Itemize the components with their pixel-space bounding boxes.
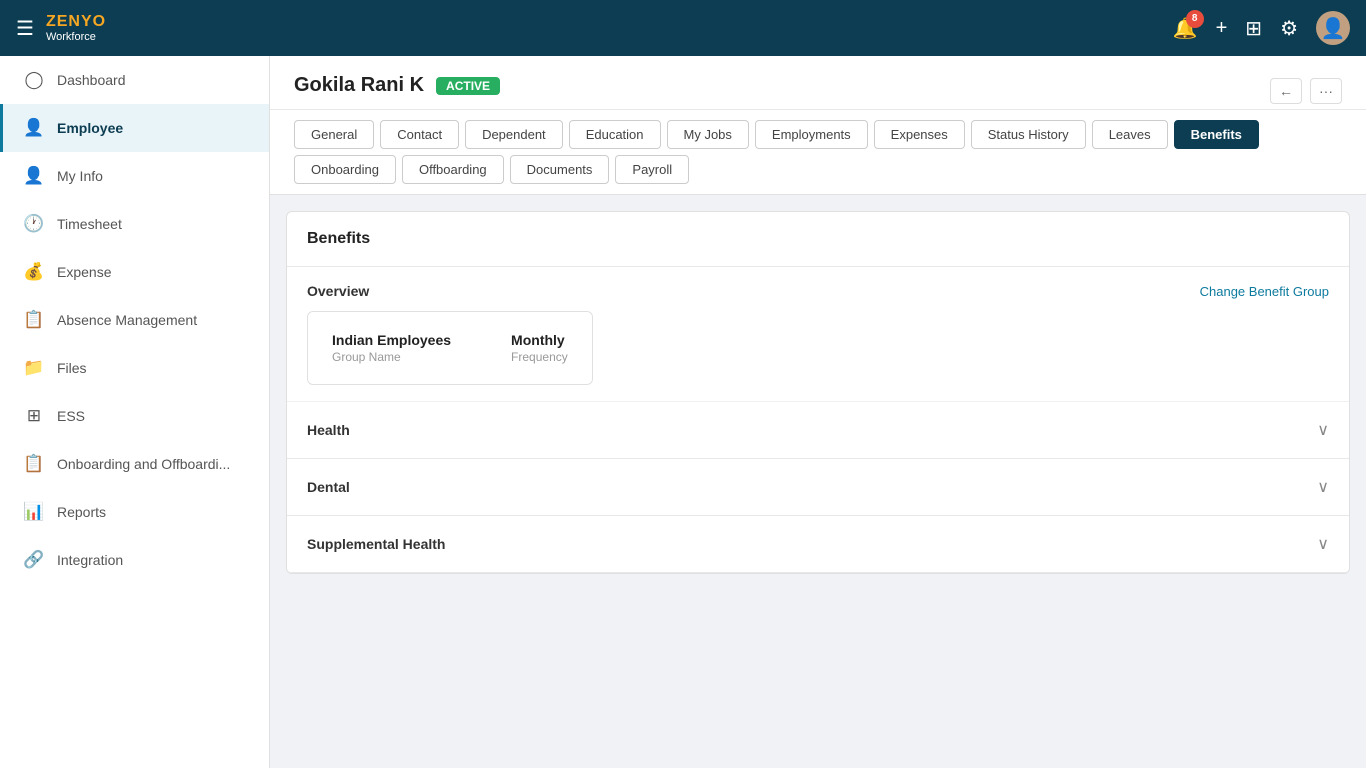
tabs-container: General Contact Dependent Education My J… — [270, 110, 1366, 195]
supplemental-section-header[interactable]: Supplemental Health ∨ — [287, 516, 1349, 572]
sidebar-label-integration: Integration — [57, 552, 123, 568]
tab-employments[interactable]: Employments — [755, 120, 868, 149]
logo: ZENYO Workforce — [46, 13, 106, 43]
sidebar-label-employee: Employee — [57, 120, 123, 136]
user-avatar[interactable]: 👤 — [1316, 11, 1350, 45]
top-navbar: ☰ ZENYO Workforce 🔔 8 + ⊞ ⚙ 👤 — [0, 0, 1366, 56]
tab-leaves[interactable]: Leaves — [1092, 120, 1168, 149]
reports-icon: 📊 — [23, 502, 45, 522]
frequency-label: Frequency — [511, 350, 568, 364]
sidebar: ◯ Dashboard 👤 Employee 👤 My Info 🕐 Times… — [0, 56, 270, 768]
files-icon: 📁 — [23, 358, 45, 378]
status-badge: ACTIVE — [436, 77, 500, 95]
onboarding-icon: 📋 — [23, 454, 45, 474]
health-chevron-icon: ∨ — [1317, 420, 1329, 440]
ess-icon: ⊞ — [23, 406, 45, 426]
add-icon[interactable]: + — [1216, 17, 1228, 40]
dental-section-header[interactable]: Dental ∨ — [287, 459, 1349, 515]
frequency-value: Monthly — [511, 332, 568, 348]
topnav-right: 🔔 8 + ⊞ ⚙ 👤 — [1173, 11, 1350, 45]
sidebar-label-timesheet: Timesheet — [57, 216, 122, 232]
sidebar-item-myinfo[interactable]: 👤 My Info — [0, 152, 269, 200]
sidebar-item-employee[interactable]: 👤 Employee — [0, 104, 269, 152]
tab-education[interactable]: Education — [569, 120, 661, 149]
tab-statushistory[interactable]: Status History — [971, 120, 1086, 149]
hamburger-icon[interactable]: ☰ — [16, 16, 34, 41]
sidebar-item-integration[interactable]: 🔗 Integration — [0, 536, 269, 584]
health-section-header[interactable]: Health ∨ — [287, 402, 1349, 458]
sidebar-item-expense[interactable]: 💰 Expense — [0, 248, 269, 296]
supplemental-chevron-icon: ∨ — [1317, 534, 1329, 554]
frequency-field: Monthly Frequency — [511, 332, 568, 364]
tab-payroll[interactable]: Payroll — [615, 155, 689, 184]
tab-general[interactable]: General — [294, 120, 374, 149]
benefits-section-header: Benefits — [287, 212, 1349, 267]
page-header: Gokila Rani K ACTIVE ← ··· — [270, 56, 1366, 110]
page-title: Gokila Rani K — [294, 74, 424, 97]
logo-zenyo-text: ZENYO — [46, 13, 106, 31]
sidebar-label-dashboard: Dashboard — [57, 72, 126, 88]
timesheet-icon: 🕐 — [23, 214, 45, 234]
sidebar-item-onboarding[interactable]: 📋 Onboarding and Offboardi... — [0, 440, 269, 488]
sidebar-item-absence[interactable]: 📋 Absence Management — [0, 296, 269, 344]
overview-title-row: Overview Change Benefit Group — [307, 283, 1329, 299]
dental-section-title: Dental — [307, 479, 350, 495]
myinfo-icon: 👤 — [23, 166, 45, 186]
page-actions: ← ··· — [1270, 78, 1342, 104]
sidebar-item-files[interactable]: 📁 Files — [0, 344, 269, 392]
overview-label: Overview — [307, 283, 369, 299]
sidebar-label-ess: ESS — [57, 408, 85, 424]
tab-benefits[interactable]: Benefits — [1174, 120, 1259, 149]
benefits-section: Benefits Overview Change Benefit Group I… — [286, 211, 1350, 574]
main-layout: ◯ Dashboard 👤 Employee 👤 My Info 🕐 Times… — [0, 56, 1366, 768]
tab-onboarding[interactable]: Onboarding — [294, 155, 396, 184]
sidebar-label-absence: Absence Management — [57, 312, 197, 328]
dental-chevron-icon: ∨ — [1317, 477, 1329, 497]
supplemental-health-section: Supplemental Health ∨ — [287, 516, 1349, 573]
content-area: Gokila Rani K ACTIVE ← ··· General Conta… — [270, 56, 1366, 768]
tab-documents[interactable]: Documents — [510, 155, 610, 184]
notification-bell[interactable]: 🔔 8 — [1173, 16, 1198, 41]
dental-section: Dental ∨ — [287, 459, 1349, 516]
health-section-title: Health — [307, 422, 350, 438]
tabs-list: General Contact Dependent Education My J… — [294, 110, 1342, 194]
tab-offboarding[interactable]: Offboarding — [402, 155, 504, 184]
grid-icon[interactable]: ⊞ — [1245, 16, 1262, 41]
sidebar-item-reports[interactable]: 📊 Reports — [0, 488, 269, 536]
health-section: Health ∨ — [287, 402, 1349, 459]
sidebar-label-files: Files — [57, 360, 87, 376]
absence-icon: 📋 — [23, 310, 45, 330]
back-button[interactable]: ← — [1270, 78, 1302, 104]
more-options-button[interactable]: ··· — [1310, 78, 1342, 104]
supplemental-section-title: Supplemental Health — [307, 536, 445, 552]
sidebar-item-timesheet[interactable]: 🕐 Timesheet — [0, 200, 269, 248]
sidebar-label-myinfo: My Info — [57, 168, 103, 184]
overview-section: Overview Change Benefit Group Indian Emp… — [287, 267, 1349, 402]
tab-contact[interactable]: Contact — [380, 120, 459, 149]
group-name-value: Indian Employees — [332, 332, 451, 348]
settings-icon[interactable]: ⚙ — [1280, 16, 1298, 41]
notification-count: 8 — [1186, 10, 1204, 28]
tab-dependent[interactable]: Dependent — [465, 120, 563, 149]
tab-expenses[interactable]: Expenses — [874, 120, 965, 149]
group-name-field: Indian Employees Group Name — [332, 332, 451, 364]
expense-icon: 💰 — [23, 262, 45, 282]
logo-workforce-text: Workforce — [46, 31, 106, 43]
employee-icon: 👤 — [23, 118, 45, 138]
page-title-row: Gokila Rani K ACTIVE — [294, 74, 500, 97]
overview-card: Indian Employees Group Name Monthly Freq… — [307, 311, 593, 385]
tab-myjobs[interactable]: My Jobs — [667, 120, 749, 149]
group-name-label: Group Name — [332, 350, 451, 364]
sidebar-label-expense: Expense — [57, 264, 111, 280]
dashboard-icon: ◯ — [23, 70, 45, 90]
sidebar-item-dashboard[interactable]: ◯ Dashboard — [0, 56, 269, 104]
topnav-left: ☰ ZENYO Workforce — [16, 13, 106, 43]
integration-icon: 🔗 — [23, 550, 45, 570]
change-benefit-group-link[interactable]: Change Benefit Group — [1200, 284, 1329, 299]
sidebar-label-onboarding: Onboarding and Offboardi... — [57, 456, 230, 472]
sidebar-label-reports: Reports — [57, 504, 106, 520]
sidebar-item-ess[interactable]: ⊞ ESS — [0, 392, 269, 440]
